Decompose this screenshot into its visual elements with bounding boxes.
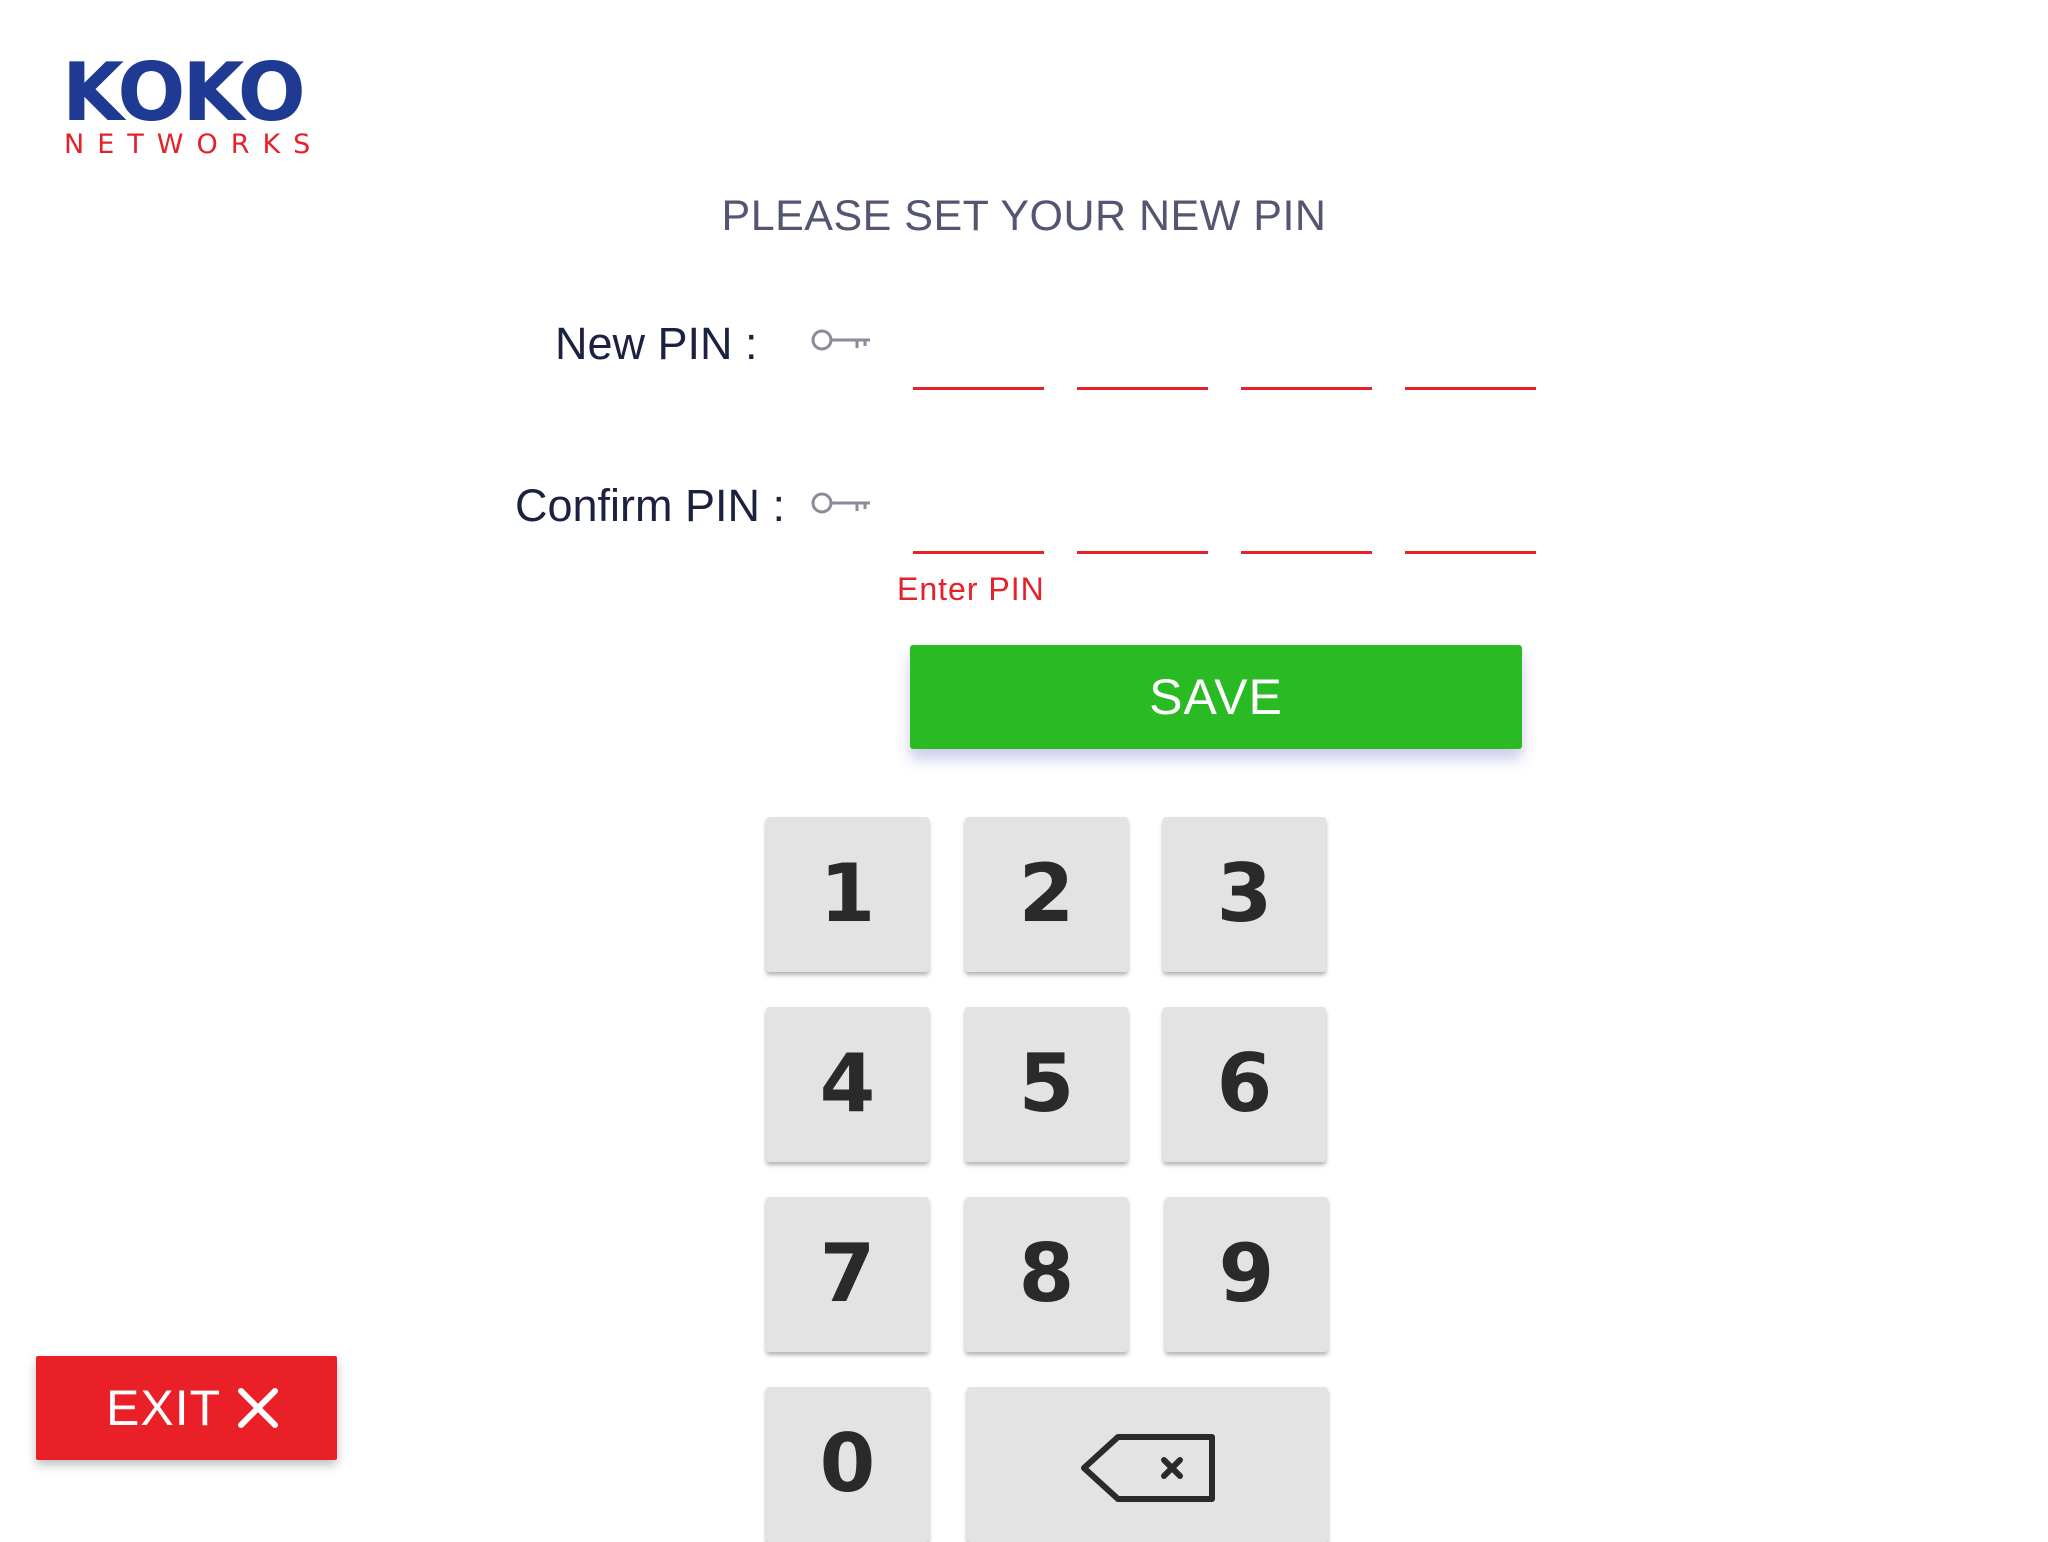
- keypad-key-8[interactable]: 8: [965, 1197, 1128, 1352]
- confirm-pin-digit-3[interactable]: [1241, 551, 1372, 554]
- close-icon: [238, 1388, 278, 1428]
- keypad-key-5[interactable]: 5: [965, 1007, 1128, 1162]
- pin-error-message: Enter PIN: [897, 571, 1045, 607]
- confirm-pin-digit-1[interactable]: [913, 551, 1044, 554]
- new-pin-digit-1[interactable]: [913, 387, 1044, 390]
- new-pin-digit-2[interactable]: [1077, 387, 1208, 390]
- logo-subtitle: NETWORKS: [64, 129, 324, 160]
- keypad-key-2[interactable]: 2: [965, 817, 1128, 972]
- keypad-backspace-button[interactable]: [967, 1387, 1328, 1542]
- backspace-icon: [1080, 1434, 1215, 1502]
- exit-button[interactable]: EXIT: [36, 1356, 337, 1460]
- keypad-key-7[interactable]: 7: [766, 1197, 929, 1352]
- new-pin-digit-3[interactable]: [1241, 387, 1372, 390]
- keypad-key-3[interactable]: 3: [1163, 817, 1326, 972]
- keypad-key-1[interactable]: 1: [766, 817, 929, 972]
- koko-networks-logo: KOKO NETWORKS: [62, 46, 324, 160]
- new-pin-digit-4[interactable]: [1405, 387, 1536, 390]
- save-button[interactable]: SAVE: [910, 645, 1522, 749]
- confirm-pin-digit-2[interactable]: [1077, 551, 1208, 554]
- keypad-key-4[interactable]: 4: [766, 1007, 929, 1162]
- new-pin-label: New PIN :: [555, 318, 758, 369]
- logo-wordmark: KOKO: [62, 46, 306, 139]
- confirm-pin-label: Confirm PIN :: [515, 480, 786, 531]
- key-icon: [811, 492, 870, 514]
- keypad-key-9[interactable]: 9: [1165, 1197, 1328, 1352]
- page-title: PLEASE SET YOUR NEW PIN: [721, 192, 1327, 240]
- key-icon: [811, 329, 870, 351]
- keypad-key-0[interactable]: 0: [766, 1387, 929, 1542]
- confirm-pin-digit-4[interactable]: [1405, 551, 1536, 554]
- keypad-key-6[interactable]: 6: [1163, 1007, 1326, 1162]
- exit-label: EXIT: [106, 1380, 222, 1436]
